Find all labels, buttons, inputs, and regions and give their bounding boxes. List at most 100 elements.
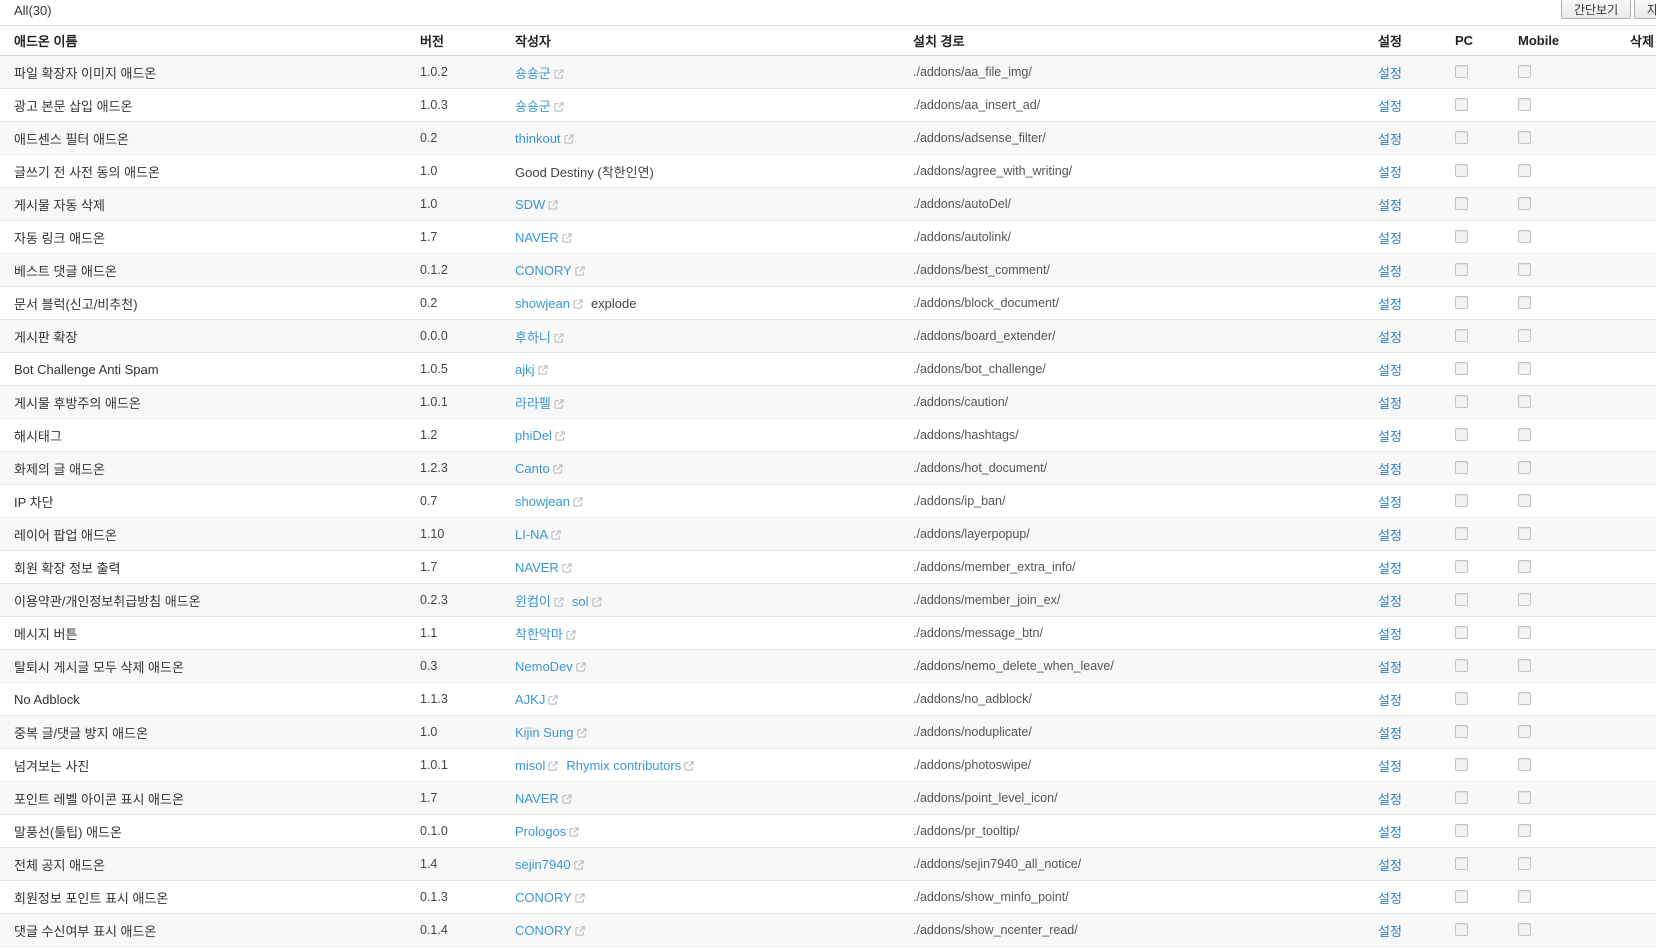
- author-link[interactable]: 착한악마: [515, 627, 563, 642]
- settings-link[interactable]: 설정: [1378, 297, 1402, 312]
- author-link[interactable]: Prologos: [515, 824, 566, 839]
- settings-link[interactable]: 설정: [1378, 165, 1402, 180]
- mobile-checkbox[interactable]: [1518, 131, 1531, 144]
- settings-link[interactable]: 설정: [1378, 330, 1402, 345]
- mobile-checkbox[interactable]: [1518, 197, 1531, 210]
- settings-link[interactable]: 설정: [1378, 429, 1402, 444]
- author-link[interactable]: Rhymix contributors: [566, 758, 681, 773]
- pc-checkbox[interactable]: [1455, 230, 1468, 243]
- mobile-checkbox[interactable]: [1518, 824, 1531, 837]
- settings-link[interactable]: 설정: [1378, 858, 1402, 873]
- mobile-checkbox[interactable]: [1518, 164, 1531, 177]
- pc-checkbox[interactable]: [1455, 362, 1468, 375]
- author-link[interactable]: 숑숑군: [515, 99, 551, 114]
- author-link[interactable]: CONORY: [515, 923, 572, 938]
- author-link[interactable]: CONORY: [515, 263, 572, 278]
- author-link[interactable]: 라라펠: [515, 396, 551, 411]
- mobile-checkbox[interactable]: [1518, 296, 1531, 309]
- settings-link[interactable]: 설정: [1378, 594, 1402, 609]
- settings-link[interactable]: 설정: [1378, 231, 1402, 246]
- mobile-checkbox[interactable]: [1518, 758, 1531, 771]
- mobile-checkbox[interactable]: [1518, 626, 1531, 639]
- pc-checkbox[interactable]: [1455, 527, 1468, 540]
- settings-link[interactable]: 설정: [1378, 462, 1402, 477]
- author-link[interactable]: ajkj: [515, 362, 535, 377]
- mobile-checkbox[interactable]: [1518, 593, 1531, 606]
- mobile-checkbox[interactable]: [1518, 428, 1531, 441]
- mobile-checkbox[interactable]: [1518, 395, 1531, 408]
- author-link[interactable]: 후하니: [515, 330, 551, 345]
- pc-checkbox[interactable]: [1455, 659, 1468, 672]
- mobile-checkbox[interactable]: [1518, 329, 1531, 342]
- mobile-checkbox[interactable]: [1518, 560, 1531, 573]
- simple-view-button[interactable]: 간단보기: [1561, 0, 1631, 19]
- pc-checkbox[interactable]: [1455, 626, 1468, 639]
- mobile-checkbox[interactable]: [1518, 263, 1531, 276]
- settings-link[interactable]: 설정: [1378, 396, 1402, 411]
- author-link[interactable]: sejin7940: [515, 857, 571, 872]
- mobile-checkbox[interactable]: [1518, 857, 1531, 870]
- mobile-checkbox[interactable]: [1518, 659, 1531, 672]
- mobile-checkbox[interactable]: [1518, 65, 1531, 78]
- pc-checkbox[interactable]: [1455, 692, 1468, 705]
- mobile-checkbox[interactable]: [1518, 692, 1531, 705]
- pc-checkbox[interactable]: [1455, 428, 1468, 441]
- settings-link[interactable]: 설정: [1378, 198, 1402, 213]
- author-link[interactable]: showjean: [515, 494, 570, 509]
- settings-link[interactable]: 설정: [1378, 891, 1402, 906]
- mobile-checkbox[interactable]: [1518, 791, 1531, 804]
- pc-checkbox[interactable]: [1455, 824, 1468, 837]
- pc-checkbox[interactable]: [1455, 560, 1468, 573]
- settings-link[interactable]: 설정: [1378, 528, 1402, 543]
- author-link[interactable]: misol: [515, 758, 545, 773]
- author-link[interactable]: 숑숑군: [515, 66, 551, 81]
- mobile-checkbox[interactable]: [1518, 230, 1531, 243]
- author-link[interactable]: thinkout: [515, 131, 561, 146]
- settings-link[interactable]: 설정: [1378, 693, 1402, 708]
- mobile-checkbox[interactable]: [1518, 923, 1531, 936]
- pc-checkbox[interactable]: [1455, 98, 1468, 111]
- author-link[interactable]: NemoDev: [515, 659, 573, 674]
- author-link[interactable]: SDW: [515, 197, 545, 212]
- pc-checkbox[interactable]: [1455, 758, 1468, 771]
- settings-link[interactable]: 설정: [1378, 561, 1402, 576]
- mobile-checkbox[interactable]: [1518, 461, 1531, 474]
- author-link[interactable]: Canto: [515, 461, 550, 476]
- settings-link[interactable]: 설정: [1378, 66, 1402, 81]
- author-link[interactable]: LI-NA: [515, 527, 548, 542]
- pc-checkbox[interactable]: [1455, 164, 1468, 177]
- mobile-checkbox[interactable]: [1518, 527, 1531, 540]
- settings-link[interactable]: 설정: [1378, 825, 1402, 840]
- mobile-checkbox[interactable]: [1518, 890, 1531, 903]
- settings-link[interactable]: 설정: [1378, 363, 1402, 378]
- pc-checkbox[interactable]: [1455, 395, 1468, 408]
- settings-link[interactable]: 설정: [1378, 792, 1402, 807]
- settings-link[interactable]: 설정: [1378, 99, 1402, 114]
- author-link[interactable]: CONORY: [515, 890, 572, 905]
- pc-checkbox[interactable]: [1455, 593, 1468, 606]
- pc-checkbox[interactable]: [1455, 923, 1468, 936]
- author-link[interactable]: Kijin Sung: [515, 725, 574, 740]
- mobile-checkbox[interactable]: [1518, 98, 1531, 111]
- author-link[interactable]: showjean: [515, 296, 570, 311]
- pc-checkbox[interactable]: [1455, 197, 1468, 210]
- pc-checkbox[interactable]: [1455, 890, 1468, 903]
- detail-view-button[interactable]: 자세히보기: [1634, 0, 1656, 19]
- mobile-checkbox[interactable]: [1518, 494, 1531, 507]
- settings-link[interactable]: 설정: [1378, 924, 1402, 939]
- settings-link[interactable]: 설정: [1378, 132, 1402, 147]
- author-link[interactable]: NAVER: [515, 791, 559, 806]
- mobile-checkbox[interactable]: [1518, 725, 1531, 738]
- pc-checkbox[interactable]: [1455, 329, 1468, 342]
- pc-checkbox[interactable]: [1455, 494, 1468, 507]
- pc-checkbox[interactable]: [1455, 131, 1468, 144]
- author-link[interactable]: AJKJ: [515, 692, 545, 707]
- pc-checkbox[interactable]: [1455, 263, 1468, 276]
- settings-link[interactable]: 설정: [1378, 627, 1402, 642]
- pc-checkbox[interactable]: [1455, 725, 1468, 738]
- pc-checkbox[interactable]: [1455, 296, 1468, 309]
- pc-checkbox[interactable]: [1455, 791, 1468, 804]
- pc-checkbox[interactable]: [1455, 857, 1468, 870]
- mobile-checkbox[interactable]: [1518, 362, 1531, 375]
- settings-link[interactable]: 설정: [1378, 726, 1402, 741]
